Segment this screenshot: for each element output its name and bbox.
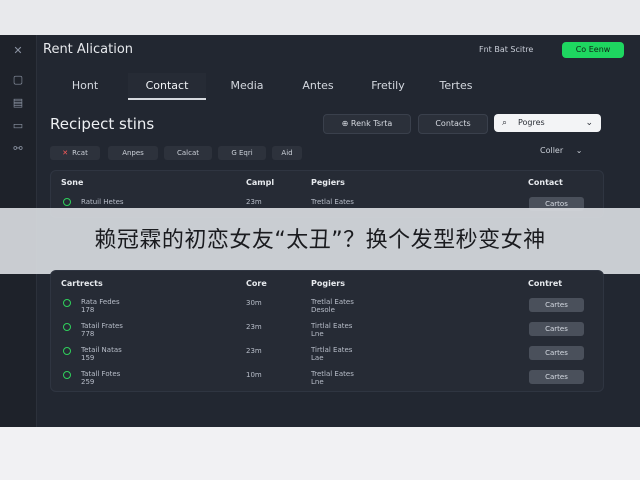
row-action-button[interactable]: Cartes <box>529 370 584 384</box>
status-icon <box>63 299 71 307</box>
row-name-line: Rata Fedes <box>81 298 120 306</box>
header-primary-button[interactable]: Co Eenw <box>562 42 624 58</box>
row-name-line: Tatall Fotes <box>81 370 121 378</box>
rent-button-label: Renk Tsrta <box>350 119 393 128</box>
table-row[interactable]: Rata Fedes 178 30m Tretlal Eates Desole … <box>51 295 603 319</box>
column-header[interactable]: Pegiers <box>311 178 345 187</box>
column-header[interactable]: Core <box>246 279 267 288</box>
status-icon <box>63 347 71 355</box>
row-comp: 30m <box>246 299 262 307</box>
column-header[interactable]: Contact <box>528 178 563 187</box>
row-name: Tatall Fotes 259 <box>81 370 120 386</box>
row-name: Rata Fedes 178 <box>81 298 120 314</box>
row-pages: Tirtlal Eates Lne <box>311 322 352 338</box>
row-name: Tetail Natas 159 <box>81 346 122 362</box>
row-action-button[interactable]: Cartes <box>529 322 584 336</box>
status-icon <box>63 198 71 206</box>
share-icon[interactable]: ⚯ <box>10 141 26 157</box>
grid-icon[interactable]: ✕ <box>10 43 26 59</box>
row-pages-line: Tretlal Eates <box>311 370 354 378</box>
row-comp: 10m <box>246 371 262 379</box>
app-title: Rent Alication <box>43 42 134 57</box>
filter-chip[interactable]: G Eqri <box>218 146 266 160</box>
row-pages-sub: Lne <box>311 330 324 338</box>
sort-label: Coller <box>540 146 564 155</box>
column-header[interactable]: Pogiers <box>311 279 345 288</box>
tab-hont[interactable]: Hont <box>52 73 118 98</box>
chevron-down-icon: ⌄ <box>585 118 593 128</box>
filter-chip[interactable]: Aid <box>272 146 302 160</box>
row-pages: Tretlal Eates Lne <box>311 370 354 386</box>
chevron-down-icon: ⌄ <box>575 146 583 155</box>
row-comp: 23m <box>246 347 262 355</box>
filter-chip[interactable]: Calcat <box>164 146 212 160</box>
window-icon[interactable]: ▢ <box>10 72 26 88</box>
close-icon[interactable]: ✕ <box>62 149 68 157</box>
table-row[interactable]: Tatall Fotes 259 10m Tretlal Eates Lne C… <box>51 367 603 391</box>
row-comp: 23m <box>246 323 262 331</box>
row-action-button[interactable]: Cartes <box>529 346 584 360</box>
search-icon: ⌕ <box>502 118 508 128</box>
lock-icon[interactable]: ▤ <box>10 95 26 111</box>
filter-chip[interactable]: ✕ Rcat <box>50 146 100 160</box>
row-pages-sub: Lae <box>311 354 324 362</box>
tab-antes[interactable]: Antes <box>288 73 348 98</box>
rent-button[interactable]: ⊕ Renk Tsrta <box>323 114 411 134</box>
row-action-button[interactable]: Cartes <box>529 298 584 312</box>
status-icon <box>63 371 71 379</box>
caption-banner: 赖冠霖的初恋女友“太丑”？换个发型秒变女神 <box>0 208 640 274</box>
row-pages-sub: Desole <box>311 306 335 314</box>
row-comp: 23m <box>246 198 262 206</box>
row-pages-line: Tretlal Eates <box>311 298 354 306</box>
header-link[interactable]: Fnt Bat Scitre <box>479 45 533 54</box>
row-name-line: Tetail Natas <box>81 346 122 354</box>
table-row[interactable]: Tetail Natas 159 23m Tirtlal Eates Lae C… <box>51 343 603 367</box>
status-icon <box>63 323 71 331</box>
row-pages: Tretlal Eates <box>311 198 354 206</box>
search-value: Pogres <box>518 118 545 127</box>
card-icon[interactable]: ▭ <box>10 118 26 134</box>
row-pages: Tretlal Eates Desole <box>311 298 354 314</box>
row-name: Tatail Frates 778 <box>81 322 123 338</box>
row-name: Ratuil Hetes <box>81 198 124 206</box>
rent-icon: ⊕ <box>341 119 351 128</box>
column-header[interactable]: Sone <box>61 178 83 187</box>
table-row[interactable]: Tatail Frates 778 23m Tirtlal Eates Lne … <box>51 319 603 343</box>
row-pages-line: Tirtlal Eates <box>311 346 353 354</box>
column-header[interactable]: Cartrects <box>61 279 103 288</box>
tab-media[interactable]: Media <box>216 73 278 98</box>
bottom-strip <box>0 427 640 480</box>
contacts-button[interactable]: Contacts <box>418 114 488 134</box>
filter-chip-label: Rcat <box>72 149 88 157</box>
row-pages-line: Tirtlal Eates <box>311 322 353 330</box>
filter-chip[interactable]: Anpes <box>108 146 158 160</box>
tab-tertes[interactable]: Tertes <box>428 73 484 98</box>
row-name-line: Tatail Frates <box>81 322 123 330</box>
row-pages: Tirtlal Eates Lae <box>311 346 352 362</box>
column-header[interactable]: Campl <box>246 178 274 187</box>
sort-dropdown[interactable]: Coller ⌄ <box>540 146 582 155</box>
page-title: Recipect stins <box>50 115 155 133</box>
row-name-sub: 259 <box>81 378 95 386</box>
column-header[interactable]: Contret <box>528 279 562 288</box>
row-name-sub: 778 <box>81 330 95 338</box>
row-name-sub: 178 <box>81 306 95 314</box>
tab-contact[interactable]: Contact <box>128 73 206 100</box>
search-input[interactable]: ⌕ Pogres ⌄ <box>494 114 601 132</box>
tab-fretily[interactable]: Fretily <box>358 73 418 98</box>
top-strip <box>0 0 640 35</box>
row-name-sub: 159 <box>81 354 95 362</box>
row-pages-sub: Lne <box>311 378 324 386</box>
table-panel: Cartrects Core Pogiers Contret Rata Fede… <box>50 270 604 392</box>
